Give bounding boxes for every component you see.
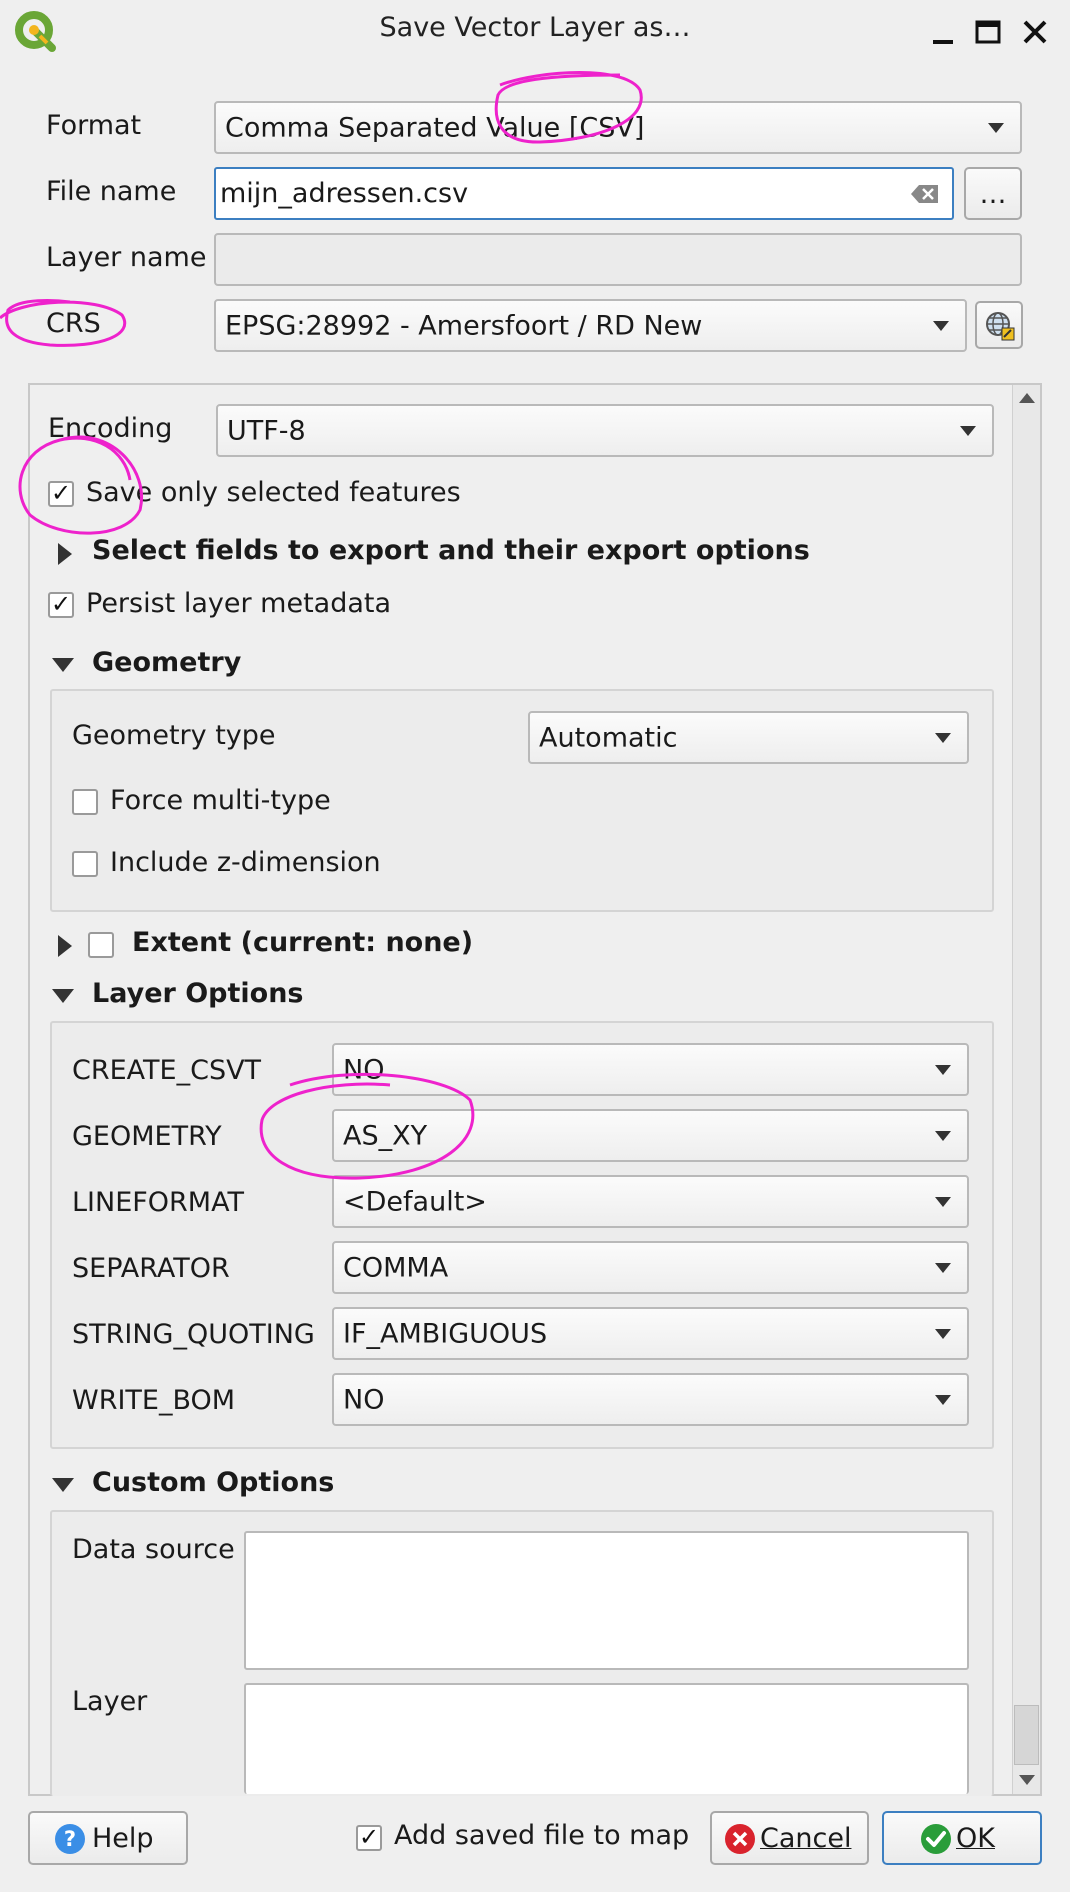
browse-button[interactable]: … xyxy=(964,167,1022,220)
custom-options-header[interactable]: Custom Options xyxy=(92,1467,334,1498)
geometry-type-label: Geometry type xyxy=(72,720,276,751)
extent-checkbox[interactable] xyxy=(88,932,114,958)
browse-label: … xyxy=(979,179,1007,210)
format-value: Comma Separated Value [CSV] xyxy=(225,112,645,143)
include-z-checkbox[interactable] xyxy=(72,851,98,877)
maximize-icon[interactable] xyxy=(970,14,1006,50)
crs-select-button[interactable] xyxy=(975,301,1023,349)
datasource-textarea[interactable] xyxy=(244,1531,969,1670)
help-icon: ? xyxy=(55,1824,85,1854)
chevron-down-icon xyxy=(935,1196,951,1207)
layer-option-select[interactable]: COMMA xyxy=(332,1241,969,1294)
include-z-label: Include z-dimension xyxy=(110,847,381,878)
layer-option-select[interactable]: AS_XY xyxy=(332,1109,969,1162)
layer-option-select[interactable]: NO xyxy=(332,1043,969,1096)
encoding-select[interactable]: UTF-8 xyxy=(216,404,994,457)
layer-option-label: SEPARATOR xyxy=(72,1253,230,1284)
cancel-button[interactable]: Cancel xyxy=(710,1811,869,1865)
format-select[interactable]: Comma Separated Value [CSV] xyxy=(214,101,1022,154)
persist-metadata-label: Persist layer metadata xyxy=(86,588,392,619)
ok-icon xyxy=(921,1824,951,1854)
checkmark-icon: ✓ xyxy=(50,479,72,507)
chevron-down-icon xyxy=(933,320,949,331)
layer-option-value: IF_AMBIGUOUS xyxy=(343,1318,548,1349)
encoding-value: UTF-8 xyxy=(227,415,306,446)
collapse-arrow-icon[interactable] xyxy=(52,658,74,672)
filename-label: File name xyxy=(46,176,177,207)
layer-option-select[interactable]: NO xyxy=(332,1373,969,1426)
add-to-map-checkbox[interactable]: ✓ xyxy=(356,1823,382,1851)
layer-option-label: WRITE_BOM xyxy=(72,1385,236,1416)
checkmark-icon: ✓ xyxy=(358,1823,380,1851)
geometry-type-select[interactable]: Automatic xyxy=(528,711,969,764)
persist-metadata-checkbox[interactable]: ✓ xyxy=(48,590,74,618)
select-fields-header[interactable]: Select fields to export and their export… xyxy=(92,535,810,566)
crs-globe-icon xyxy=(986,312,1015,341)
layer-option-label: LINEFORMAT xyxy=(72,1187,244,1218)
collapse-arrow-icon[interactable] xyxy=(52,1478,74,1492)
layer-option-label: STRING_QUOTING xyxy=(72,1319,315,1350)
crs-value: EPSG:28992 - Amersfoort / RD New xyxy=(225,310,703,341)
chevron-down-icon xyxy=(935,1394,951,1405)
chevron-down-icon xyxy=(960,425,976,436)
chevron-down-icon xyxy=(935,1130,951,1141)
add-to-map-label: Add saved file to map xyxy=(394,1820,690,1851)
minimize-icon[interactable] xyxy=(925,14,961,50)
filename-value: mijn_adressen.csv xyxy=(220,178,469,209)
layer-option-select[interactable]: IF_AMBIGUOUS xyxy=(332,1307,969,1360)
scroll-thumb[interactable] xyxy=(1014,1705,1039,1765)
chevron-down-icon xyxy=(935,1262,951,1273)
filename-input[interactable]: mijn_adressen.csv xyxy=(214,167,954,220)
crs-select[interactable]: EPSG:28992 - Amersfoort / RD New xyxy=(214,299,967,352)
help-label: Help xyxy=(92,1823,154,1854)
scroll-down-arrow[interactable] xyxy=(1019,1775,1035,1785)
chevron-down-icon xyxy=(935,1328,951,1339)
layername-label: Layer name xyxy=(46,242,207,273)
layer-option-value: NO xyxy=(343,1384,385,1415)
layer-option-label: GEOMETRY xyxy=(72,1121,222,1152)
layer-textarea[interactable] xyxy=(244,1683,969,1794)
geometry-type-value: Automatic xyxy=(539,722,678,753)
layername-input[interactable] xyxy=(214,233,1022,286)
geometry-header[interactable]: Geometry xyxy=(92,647,241,678)
close-icon[interactable] xyxy=(1017,14,1053,50)
window-title: Save Vector Layer as… xyxy=(379,12,691,43)
collapse-arrow-icon[interactable] xyxy=(52,989,74,1003)
datasource-label: Data source xyxy=(72,1534,235,1565)
cancel-label: Cancel xyxy=(760,1823,852,1854)
chevron-down-icon xyxy=(935,732,951,743)
clear-text-icon[interactable] xyxy=(910,184,940,204)
encoding-label: Encoding xyxy=(48,413,173,444)
ok-button[interactable]: OK xyxy=(882,1811,1042,1865)
layer-option-value: AS_XY xyxy=(343,1120,428,1151)
title-bar: Save Vector Layer as… xyxy=(0,0,1070,62)
layer-option-value: <Default> xyxy=(343,1186,487,1217)
format-label: Format xyxy=(46,110,142,141)
save-selected-label: Save only selected features xyxy=(86,477,461,508)
scroll-up-arrow[interactable] xyxy=(1019,393,1035,403)
save-selected-checkbox[interactable]: ✓ xyxy=(48,479,74,507)
cancel-icon xyxy=(725,1824,755,1854)
extent-header[interactable]: Extent (current: none) xyxy=(132,927,473,958)
crs-label: CRS xyxy=(46,308,101,339)
layer-option-label: CREATE_CSVT xyxy=(72,1055,262,1086)
expand-arrow-icon[interactable] xyxy=(58,935,72,957)
checkmark-icon: ✓ xyxy=(50,590,72,618)
svg-text:?: ? xyxy=(64,1827,76,1851)
vertical-scrollbar[interactable] xyxy=(1012,385,1040,1794)
help-button[interactable]: ? Help xyxy=(28,1811,188,1865)
layer-options-header[interactable]: Layer Options xyxy=(92,978,304,1009)
chevron-down-icon xyxy=(935,1064,951,1075)
layer-label: Layer xyxy=(72,1686,148,1717)
chevron-down-icon xyxy=(988,122,1004,133)
force-multi-checkbox[interactable] xyxy=(72,789,98,815)
expand-arrow-icon[interactable] xyxy=(58,543,72,565)
layer-option-value: NO xyxy=(343,1054,385,1085)
ok-label: OK xyxy=(956,1823,995,1854)
layer-option-select[interactable]: <Default> xyxy=(332,1175,969,1228)
force-multi-label: Force multi-type xyxy=(110,785,331,816)
layer-option-value: COMMA xyxy=(343,1252,449,1283)
